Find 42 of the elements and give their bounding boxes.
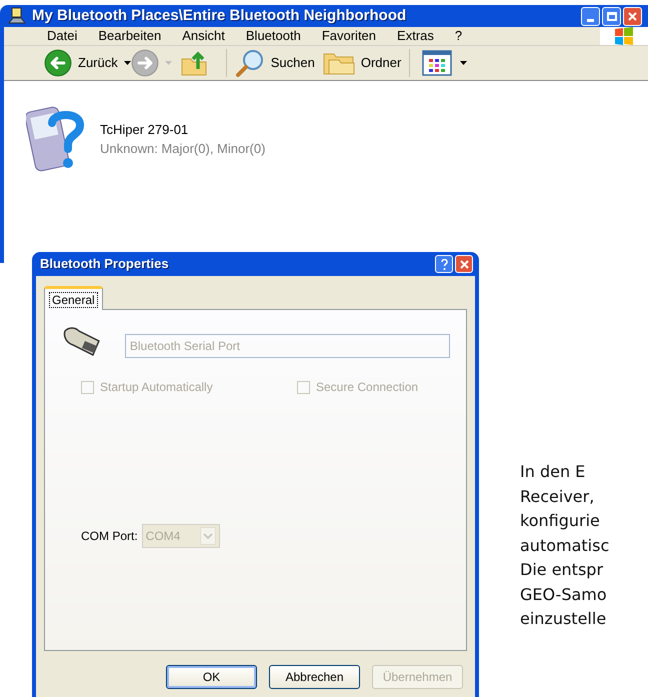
minimize-button[interactable] bbox=[581, 6, 600, 26]
help-button[interactable] bbox=[435, 255, 453, 273]
device-name: TcHiper 279-01 bbox=[100, 120, 190, 139]
serial-connector-icon bbox=[63, 325, 103, 357]
paragraph-line: automatisc bbox=[520, 534, 610, 556]
close-icon bbox=[628, 12, 637, 20]
search-button[interactable]: Suchen bbox=[234, 48, 315, 78]
menu-item[interactable]: Ansicht bbox=[182, 26, 225, 46]
device-info: Unknown: Major(0), Minor(0) bbox=[100, 140, 266, 158]
tab[interactable]: General bbox=[44, 286, 103, 310]
close-button[interactable] bbox=[623, 6, 642, 26]
dialog-button[interactable]: OK bbox=[166, 665, 257, 689]
maximize-button[interactable] bbox=[602, 6, 621, 26]
menu-item[interactable]: Bearbeiten bbox=[98, 26, 162, 46]
windows-logo-icon bbox=[614, 27, 634, 45]
device-item[interactable]: TcHiper 279-01 Unknown: Major(0), Minor(0) bbox=[26, 103, 266, 175]
menu-item[interactable]: ? bbox=[454, 26, 462, 46]
paragraph-line: konfigurie bbox=[520, 510, 601, 532]
folders-button[interactable]: Ordner bbox=[322, 50, 402, 76]
help-icon bbox=[440, 258, 448, 270]
close-button[interactable] bbox=[455, 255, 473, 273]
menu-item[interactable]: Bluetooth bbox=[246, 26, 301, 46]
paragraph-line: Die entspr bbox=[520, 559, 604, 581]
caret-icon[interactable] bbox=[460, 61, 468, 65]
menu-item[interactable]: Extras bbox=[397, 26, 434, 46]
paragraph-line: Receiver, bbox=[520, 486, 596, 508]
com-port-label: COM Port: bbox=[81, 528, 138, 545]
maximize-icon bbox=[606, 12, 616, 20]
views-icon[interactable] bbox=[422, 50, 452, 76]
back-button[interactable]: Zurück bbox=[44, 49, 118, 77]
minimize-icon bbox=[587, 18, 594, 22]
search-icon bbox=[234, 48, 265, 78]
caret-icon[interactable] bbox=[124, 61, 131, 65]
window-title: My Bluetooth Places\Entire Bluetooth Neighborhood bbox=[32, 6, 406, 26]
paragraph-line: GEO-Samo bbox=[520, 584, 608, 606]
menu-item[interactable]: Favoriten bbox=[322, 26, 376, 46]
paragraph-line: In den E bbox=[520, 461, 586, 483]
paragraph-line: einzustelle bbox=[520, 608, 608, 630]
menu-item[interactable]: Datei bbox=[47, 26, 78, 46]
dialog-button[interactable]: Abbrechen bbox=[269, 665, 360, 689]
close-icon bbox=[460, 260, 468, 268]
dialog-title: Bluetooth Properties bbox=[40, 255, 169, 274]
